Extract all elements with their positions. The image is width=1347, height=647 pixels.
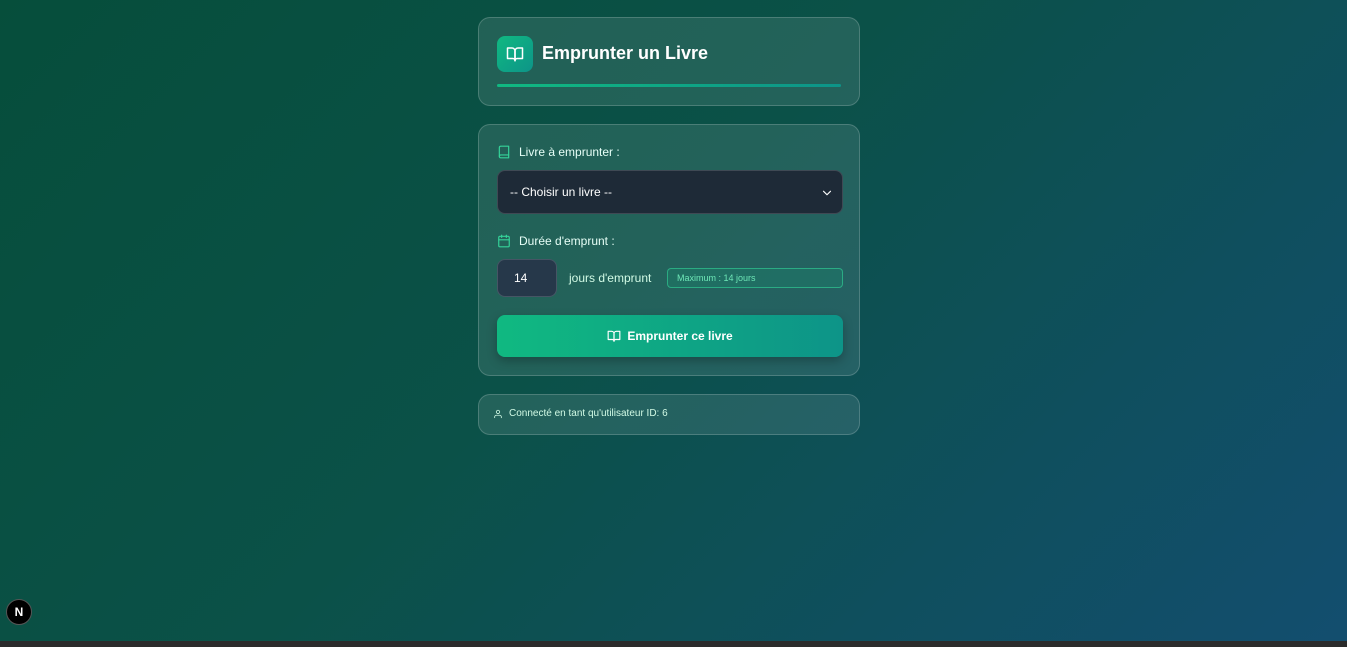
book-field-label: Livre à emprunter : <box>497 145 620 159</box>
borrow-button-label: Emprunter ce livre <box>627 329 733 343</box>
header-card: Emprunter un Livre <box>478 17 860 106</box>
book-icon <box>498 145 510 159</box>
user-info-row: Connecté en tant qu'utilisateur ID: 6 <box>493 408 668 419</box>
borrow-form: Livre à emprunter : -- Choisir un livre … <box>478 124 860 376</box>
page-title: Emprunter un Livre <box>542 43 709 63</box>
book-select[interactable]: -- Choisir un livre -- <box>497 170 843 214</box>
bottom-bar <box>0 641 1347 647</box>
user-icon <box>494 409 502 418</box>
borrow-button[interactable]: Emprunter ce livre <box>497 315 843 357</box>
header-divider <box>497 84 841 87</box>
book-open-icon <box>607 330 621 342</box>
duration-label-text: Durée d'emprunt : <box>519 234 615 248</box>
duration-unit: jours d'emprunt <box>569 271 652 285</box>
book-select-value: -- Choisir un livre -- <box>510 185 613 199</box>
chevron-down-icon <box>822 190 832 196</box>
book-open-icon <box>497 36 533 72</box>
book-label-text: Livre à emprunter : <box>519 145 620 159</box>
user-info-text: Connecté en tant qu'utilisateur ID: 6 <box>509 408 668 419</box>
duration-input[interactable]: 14 <box>497 259 557 297</box>
user-info-card: Connecté en tant qu'utilisateur ID: 6 <box>478 394 860 435</box>
duration-field-label: Durée d'emprunt : <box>497 234 615 248</box>
calendar-icon <box>498 234 510 248</box>
max-duration-badge: Maximum : 14 jours <box>667 268 843 288</box>
dev-tools-badge[interactable]: N <box>6 599 32 625</box>
